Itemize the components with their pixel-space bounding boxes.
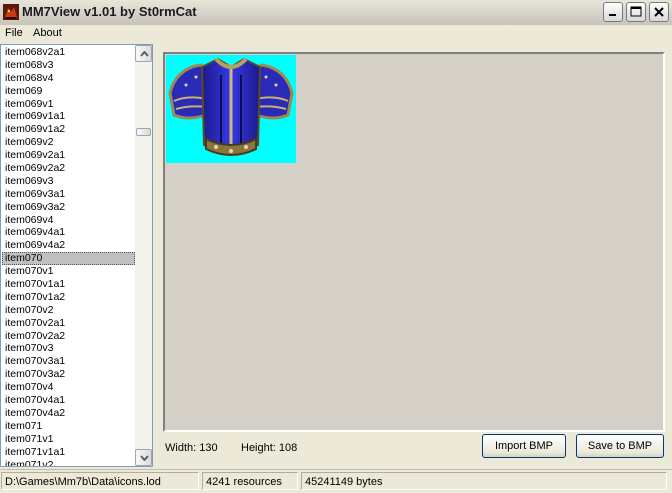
- list-item[interactable]: item070v1a2: [2, 291, 135, 304]
- status-bar: D:\Games\Mm7b\Data\icons.lod 4241 resour…: [0, 469, 672, 493]
- list-item[interactable]: item070: [2, 252, 135, 266]
- width-label: Width: 130: [165, 442, 218, 454]
- scroll-up-button[interactable]: [135, 45, 152, 62]
- list-scrollbar[interactable]: [135, 45, 152, 466]
- list-item[interactable]: item069v4a1: [2, 226, 135, 239]
- list-item[interactable]: item071v1a1: [2, 446, 135, 459]
- maximize-button[interactable]: [626, 2, 646, 22]
- chevron-up-icon: [140, 51, 149, 57]
- list-item[interactable]: item069v4a2: [2, 239, 135, 252]
- list-item[interactable]: item070v2: [2, 304, 135, 317]
- list-item[interactable]: item069v1a1: [2, 110, 135, 123]
- list-item[interactable]: item070v1: [2, 265, 135, 278]
- status-resources: 4241 resources: [202, 472, 298, 490]
- maximize-icon: [630, 6, 642, 17]
- list-item[interactable]: item070v1a1: [2, 278, 135, 291]
- import-bmp-button[interactable]: Import BMP: [482, 434, 566, 458]
- menu-about[interactable]: About: [31, 26, 64, 40]
- list-item[interactable]: item068v4: [2, 72, 135, 85]
- scroll-down-button[interactable]: [135, 449, 152, 466]
- dragon-icon: [3, 4, 19, 20]
- list-item[interactable]: item071v1: [2, 433, 135, 446]
- list-item[interactable]: item070v2a1: [2, 317, 135, 330]
- list-item[interactable]: item069v3a1: [2, 188, 135, 201]
- list-item[interactable]: item070v2a2: [2, 330, 135, 343]
- list-item[interactable]: item070v4: [2, 381, 135, 394]
- resource-list[interactable]: item068v2a1 item068v3 item068v4 item069 item…: [0, 44, 153, 467]
- minimize-icon: [609, 14, 616, 16]
- list-item[interactable]: item069v2a2: [2, 162, 135, 175]
- list-item[interactable]: item070v3a1: [2, 355, 135, 368]
- list-item[interactable]: item070v3a2: [2, 368, 135, 381]
- scroll-thumb[interactable]: [136, 128, 151, 136]
- list-item[interactable]: item071v2: [2, 459, 135, 467]
- chevron-down-icon: [140, 455, 149, 461]
- preview-area: [163, 52, 665, 432]
- close-icon: [654, 7, 664, 17]
- preview-panel: Width: 130 Height: 108 Import BMP Save t…: [157, 44, 672, 467]
- list-item[interactable]: item069v2: [2, 136, 135, 149]
- title-bar[interactable]: MM7View v1.01 by St0rmCat: [0, 0, 672, 26]
- save-to-bmp-button[interactable]: Save to BMP: [576, 434, 664, 458]
- list-item[interactable]: item070v3: [2, 342, 135, 355]
- list-item[interactable]: item070v4a2: [2, 407, 135, 420]
- resource-list-items: item068v2a1 item068v3 item068v4 item069 item…: [2, 46, 135, 467]
- menu-bar: File About: [0, 25, 672, 43]
- list-item[interactable]: item068v2a1: [2, 46, 135, 59]
- list-item[interactable]: item069v4: [2, 214, 135, 227]
- list-item[interactable]: item070v4a1: [2, 394, 135, 407]
- menu-file[interactable]: File: [3, 26, 25, 40]
- item-bitmap: [166, 55, 296, 163]
- list-item[interactable]: item068v3: [2, 59, 135, 72]
- status-path: D:\Games\Mm7b\Data\icons.lod: [1, 472, 199, 490]
- list-item[interactable]: item071: [2, 420, 135, 433]
- height-label: Height: 108: [241, 442, 298, 454]
- close-button[interactable]: [649, 2, 669, 22]
- list-item[interactable]: item069: [2, 85, 135, 98]
- status-bytes: 45241149 bytes: [301, 472, 667, 490]
- list-item[interactable]: item069v3: [2, 175, 135, 188]
- window-title: MM7View v1.01 by St0rmCat: [22, 4, 197, 19]
- list-item[interactable]: item069v3a2: [2, 201, 135, 214]
- list-item[interactable]: item069v1a2: [2, 123, 135, 136]
- list-item[interactable]: item069v1: [2, 98, 135, 111]
- minimize-button[interactable]: [603, 2, 623, 22]
- armor-icon: [168, 57, 294, 156]
- list-item[interactable]: item069v2a1: [2, 149, 135, 162]
